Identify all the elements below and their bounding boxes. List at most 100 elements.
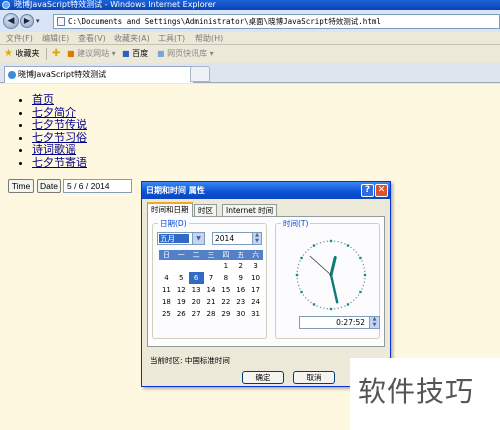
dialog-title-bar[interactable]: 日期和时间 属性 bbox=[142, 182, 390, 199]
calendar-day[interactable]: 31 bbox=[248, 308, 263, 320]
time-stepper[interactable]: 0:27:52 ▲ ▼ bbox=[299, 316, 380, 329]
menu-edit[interactable]: 编辑(E) bbox=[42, 32, 69, 45]
address-url: C:\Documents and Settings\Administrator\… bbox=[68, 17, 381, 26]
add-favorite-button[interactable]: ✚ bbox=[52, 45, 60, 63]
clock-minute-mark bbox=[316, 305, 318, 307]
datetime-dialog: 日期和时间 属性 ? ✕ 时间和日期 时区 Internet 时间 日期(D) … bbox=[141, 181, 391, 387]
baidu-label: 百度 bbox=[132, 49, 149, 58]
clock-minute-mark bbox=[296, 277, 298, 280]
calendar-day[interactable]: 14 bbox=[204, 284, 219, 296]
menu-favorites[interactable]: 收藏夹(A) bbox=[114, 32, 150, 45]
ok-button[interactable]: 确定 bbox=[242, 371, 284, 384]
forward-button[interactable]: ▶ bbox=[20, 14, 34, 28]
tab-current[interactable]: 晓博JavaScript特效测试 bbox=[4, 66, 194, 83]
spin-arrows-icon[interactable]: ▲ ▼ bbox=[369, 316, 379, 328]
clock-minute-mark bbox=[305, 251, 307, 253]
calendar-day[interactable]: 5 bbox=[174, 272, 189, 284]
calendar-day[interactable]: 18 bbox=[159, 296, 174, 308]
month-select[interactable]: 五月 ▼ bbox=[157, 232, 205, 245]
clock-minute-mark bbox=[353, 299, 355, 301]
calendar-day[interactable]: 21 bbox=[204, 296, 219, 308]
nav-link-poems[interactable]: 诗词歌谣 bbox=[32, 143, 76, 157]
calendar-day[interactable]: 1 bbox=[218, 260, 233, 272]
calendar-day[interactable]: 10 bbox=[248, 272, 263, 284]
calendar-day[interactable]: 23 bbox=[233, 296, 248, 308]
list-item: 七夕节寄语 bbox=[32, 156, 87, 170]
calendar-day[interactable]: 16 bbox=[233, 284, 248, 296]
clock-hour-mark bbox=[359, 256, 362, 260]
calendar-day[interactable]: 11 bbox=[159, 284, 174, 296]
tab-title: 晓博JavaScript特效测试 bbox=[18, 70, 107, 79]
calendar-day[interactable]: 13 bbox=[189, 284, 204, 296]
calendar-day[interactable]: 22 bbox=[218, 296, 233, 308]
time-button[interactable]: Time bbox=[8, 179, 34, 193]
clock-minute-mark bbox=[362, 263, 364, 266]
baidu-link[interactable]: ■ 百度 bbox=[122, 45, 148, 63]
address-bar[interactable]: C:\Documents and Settings\Administrator\… bbox=[53, 14, 500, 29]
calendar-day[interactable]: 29 bbox=[218, 308, 233, 320]
help-button[interactable]: ? bbox=[361, 184, 374, 197]
calendar-day[interactable]: 27 bbox=[189, 308, 204, 320]
calendar-day[interactable]: 2 bbox=[233, 260, 248, 272]
web-slice-icon: ■ bbox=[157, 49, 165, 58]
suggested-sites-button[interactable]: ■ 建议网站 ▾ bbox=[67, 45, 116, 63]
clock-minute-mark bbox=[307, 249, 309, 251]
clock-minute-mark bbox=[333, 308, 336, 310]
calendar-day[interactable]: 25 bbox=[159, 308, 174, 320]
calendar-day[interactable]: 6 bbox=[188, 272, 204, 284]
calendar-header: 日一二三四五六 bbox=[159, 250, 263, 260]
nav-link-messages[interactable]: 七夕节寄语 bbox=[32, 156, 87, 169]
clock-hour-hand bbox=[329, 256, 337, 277]
calendar-day[interactable]: 15 bbox=[218, 284, 233, 296]
clock-minute-mark bbox=[323, 241, 325, 243]
back-button[interactable]: ◀ bbox=[3, 13, 19, 29]
clock-minute-mark bbox=[298, 263, 300, 266]
calendar-day[interactable]: 19 bbox=[174, 296, 189, 308]
year-stepper[interactable]: 2014 ▲ ▼ bbox=[212, 232, 262, 245]
clock-minute-mark bbox=[326, 240, 329, 242]
web-slices-button[interactable]: ■ 网页快讯库 ▾ bbox=[157, 45, 214, 63]
favorites-button[interactable]: ★ 收藏夹 bbox=[4, 45, 40, 63]
calendar-day[interactable]: 20 bbox=[189, 296, 204, 308]
clock-hour-mark bbox=[346, 303, 350, 306]
menu-tools[interactable]: 工具(T) bbox=[158, 32, 185, 45]
nav-link-customs[interactable]: 七夕节习俗 bbox=[32, 131, 87, 144]
calendar-day[interactable]: 24 bbox=[248, 296, 263, 308]
clock-minute-mark bbox=[319, 306, 322, 308]
calendar-day[interactable]: 7 bbox=[204, 272, 219, 284]
menu-file[interactable]: 文件(F) bbox=[6, 32, 33, 45]
clock-minute-mark bbox=[353, 249, 355, 251]
nav-link-home[interactable]: 首页 bbox=[32, 93, 54, 106]
calendar-day[interactable]: 3 bbox=[248, 260, 263, 272]
spin-arrows-icon[interactable]: ▲ ▼ bbox=[252, 232, 261, 244]
close-button[interactable]: ✕ bbox=[375, 184, 388, 197]
cancel-button[interactable]: 取消 bbox=[293, 371, 335, 384]
calendar-day[interactable]: 9 bbox=[233, 272, 248, 284]
window-title: 晓博JavaScript特效测试 - Windows Internet Expl… bbox=[14, 0, 216, 9]
clock-minute-mark bbox=[344, 243, 346, 245]
nav-link-legend[interactable]: 七夕节传说 bbox=[32, 118, 87, 131]
recent-pages-dropdown[interactable]: ▾ bbox=[36, 17, 40, 25]
current-timezone: 当前时区: 中国标准时间 bbox=[150, 356, 230, 365]
calendar-day[interactable]: 8 bbox=[218, 272, 233, 284]
calendar-day[interactable]: 12 bbox=[174, 284, 189, 296]
chevron-down-icon[interactable]: ▼ bbox=[192, 233, 204, 244]
clock-minute-mark bbox=[310, 246, 312, 249]
date-field[interactable]: 5 / 6 / 2014 bbox=[63, 179, 132, 193]
new-tab-button[interactable] bbox=[190, 66, 210, 82]
calendar-day[interactable]: 17 bbox=[248, 284, 263, 296]
clock-minute-mark bbox=[357, 254, 360, 256]
calendar-day[interactable]: 4 bbox=[159, 272, 174, 284]
window-title-bar[interactable]: 晓博JavaScript特效测试 - Windows Internet Expl… bbox=[0, 0, 500, 10]
nav-link-intro[interactable]: 七夕简介 bbox=[32, 106, 76, 119]
calendar-day[interactable]: 28 bbox=[204, 308, 219, 320]
date-button[interactable]: Date bbox=[37, 179, 61, 193]
menu-help[interactable]: 帮助(H) bbox=[195, 32, 223, 45]
watermark-text: 软件技巧 bbox=[358, 375, 475, 408]
menu-view[interactable]: 查看(V) bbox=[78, 32, 106, 45]
calendar-day[interactable]: 30 bbox=[233, 308, 248, 320]
calendar-day[interactable]: 26 bbox=[174, 308, 189, 320]
tab-date-time[interactable]: 时间和日期 bbox=[147, 202, 193, 217]
clock-minute-mark bbox=[302, 294, 305, 296]
clock-minute-mark bbox=[363, 281, 365, 283]
